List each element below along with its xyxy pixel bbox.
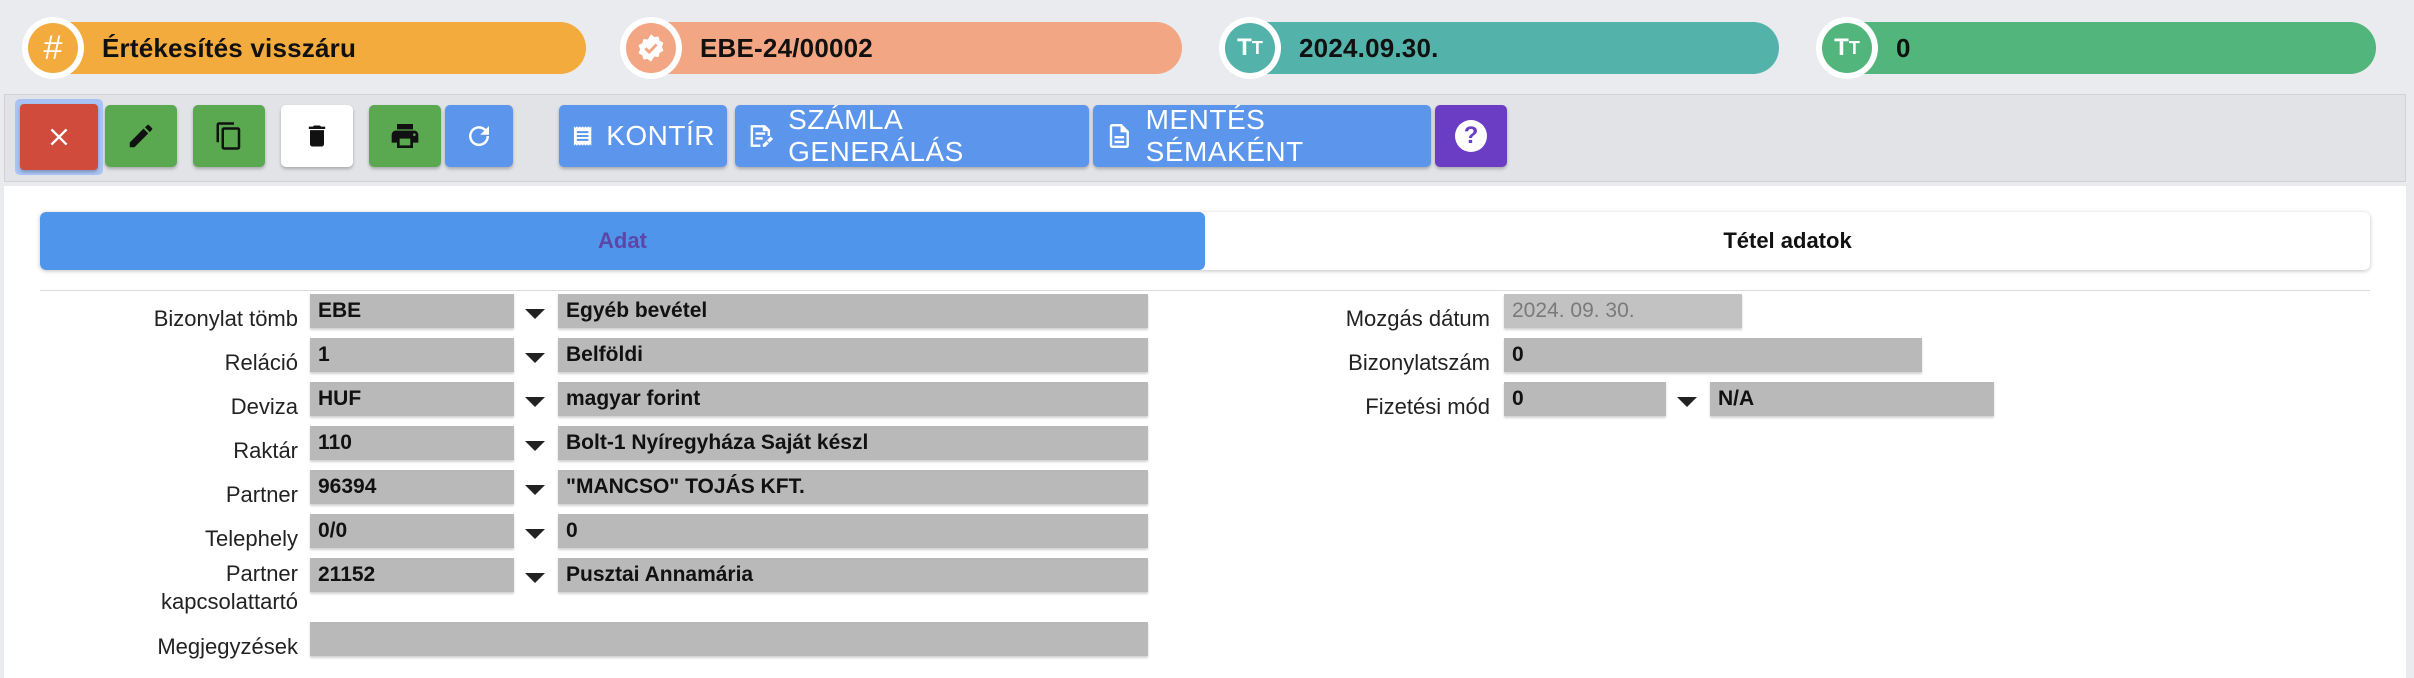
bizonylatszam-input[interactable]: 0 (1504, 338, 1922, 372)
count-text: 0 (1896, 32, 1911, 63)
doc-type-text: Értékesítés visszáru (102, 32, 357, 63)
chevron-down-icon[interactable] (516, 514, 554, 548)
close-icon (50, 128, 68, 146)
deviza-name-input[interactable]: magyar forint (558, 382, 1148, 416)
hash-icon: # (28, 23, 78, 73)
save-as-schema-button[interactable]: MENTÉS SÉMAKÉNT (1093, 104, 1431, 167)
label-bizonylat-tomb: Bizonylat tömb (153, 306, 298, 331)
relacio-code-input[interactable]: 1 (310, 338, 514, 372)
label-deviza: Deviza (230, 394, 298, 419)
partner-name-input[interactable]: "MANCSO" TOJÁS KFT. (558, 470, 1148, 504)
telephely-name-input[interactable]: 0 (558, 514, 1148, 548)
raktar-code-input[interactable]: 110 (310, 426, 514, 460)
chevron-down-icon[interactable] (516, 382, 554, 416)
label-raktar: Raktár (233, 438, 298, 463)
generate-invoice-button[interactable]: SZÁMLA GENERÁLÁS (735, 104, 1089, 167)
partner-code-input[interactable]: 96394 (310, 470, 514, 504)
tab-bar: Adat Tétel adatok (40, 212, 2370, 270)
edit-button[interactable] (105, 105, 177, 167)
pencil-icon (129, 124, 153, 148)
kapcsolattarto-name-input[interactable]: Pusztai Annamária (558, 558, 1148, 592)
label-telephely: Telephely (205, 526, 298, 551)
refresh-icon (469, 126, 490, 147)
copy-icon (216, 122, 241, 150)
fizetesi-mod-code-input[interactable]: 0 (1504, 382, 1666, 416)
relacio-name-input[interactable]: Belföldi (558, 338, 1148, 372)
save-as-schema-label: MENTÉS SÉMAKÉNT (1145, 104, 1304, 167)
bizonylat-tomb-code-input[interactable]: EBE (310, 294, 514, 328)
delete-button[interactable] (281, 105, 353, 167)
label-partner: Partner (225, 482, 298, 507)
tab-adat[interactable]: Adat (40, 212, 1205, 270)
text-size-icon: TT (1822, 23, 1872, 73)
generate-invoice-label: SZÁMLA GENERÁLÁS (788, 104, 964, 167)
edit-document-icon (750, 125, 774, 147)
kontir-button[interactable]: KONTÍR (559, 105, 727, 167)
text-size-icon: TT (1225, 23, 1275, 73)
label-bizonylatszam: Bizonylatszám (1348, 350, 1490, 375)
help-icon: ? (1455, 120, 1487, 152)
count-pill: TT 0 (1816, 17, 2376, 79)
mozgas-datum-input[interactable]: 2024. 09. 30. (1504, 294, 1742, 328)
label-relacio: Reláció (224, 350, 298, 375)
label-mozgas-datum: Mozgás dátum (1345, 306, 1490, 331)
refresh-button[interactable] (445, 105, 513, 167)
trash-icon (308, 125, 326, 147)
tab-tetel-adatok[interactable]: Tétel adatok (1205, 212, 2370, 270)
chevron-down-icon[interactable] (516, 426, 554, 460)
doc-type-pill: # Értékesítés visszáru (22, 17, 586, 79)
copy-button[interactable] (193, 105, 265, 167)
chevron-down-icon[interactable] (516, 470, 554, 504)
telephely-code-input[interactable]: 0/0 (310, 514, 514, 548)
chevron-down-icon[interactable] (516, 294, 554, 328)
deviza-code-input[interactable]: HUF (310, 382, 514, 416)
label-partner-kapcsolattarto: Partner kapcsolattartó (161, 561, 298, 614)
kontir-label: KONTÍR (606, 120, 715, 151)
printer-icon (391, 124, 419, 148)
verified-badge-icon (626, 23, 676, 73)
fizetesi-mod-name-input[interactable]: N/A (1710, 382, 1994, 416)
receipt-icon (573, 126, 592, 146)
divider (40, 290, 2370, 291)
bizonylat-tomb-name-input[interactable]: Egyéb bevétel (558, 294, 1148, 328)
print-button[interactable] (369, 105, 441, 167)
kapcsolattarto-code-input[interactable]: 21152 (310, 558, 514, 592)
date-pill: TT 2024.09.30. (1219, 17, 1779, 79)
doc-number-pill: EBE-24/00002 (620, 17, 1182, 79)
date-text: 2024.09.30. (1299, 32, 1439, 63)
main-panel: Adat Tétel adatok Bizonylat tömb EBE Egy… (4, 186, 2406, 678)
chevron-down-icon[interactable] (516, 338, 554, 372)
raktar-name-input[interactable]: Bolt-1 Nyíregyháza Saját készl (558, 426, 1148, 460)
document-copy-icon (1109, 124, 1129, 148)
toolbar: KONTÍR SZÁMLA GENERÁLÁS MENTÉS SÉMAKÉNT … (4, 94, 2406, 182)
label-megjegyzesek: Megjegyzések (157, 634, 298, 659)
chevron-down-icon[interactable] (1668, 382, 1706, 416)
close-button[interactable] (15, 99, 103, 175)
label-fizetesi-mod: Fizetési mód (1365, 394, 1490, 419)
help-button[interactable]: ? (1435, 105, 1507, 167)
chevron-down-icon[interactable] (516, 558, 554, 592)
megjegyzesek-input[interactable] (310, 622, 1148, 656)
doc-number-text: EBE-24/00002 (700, 32, 873, 63)
